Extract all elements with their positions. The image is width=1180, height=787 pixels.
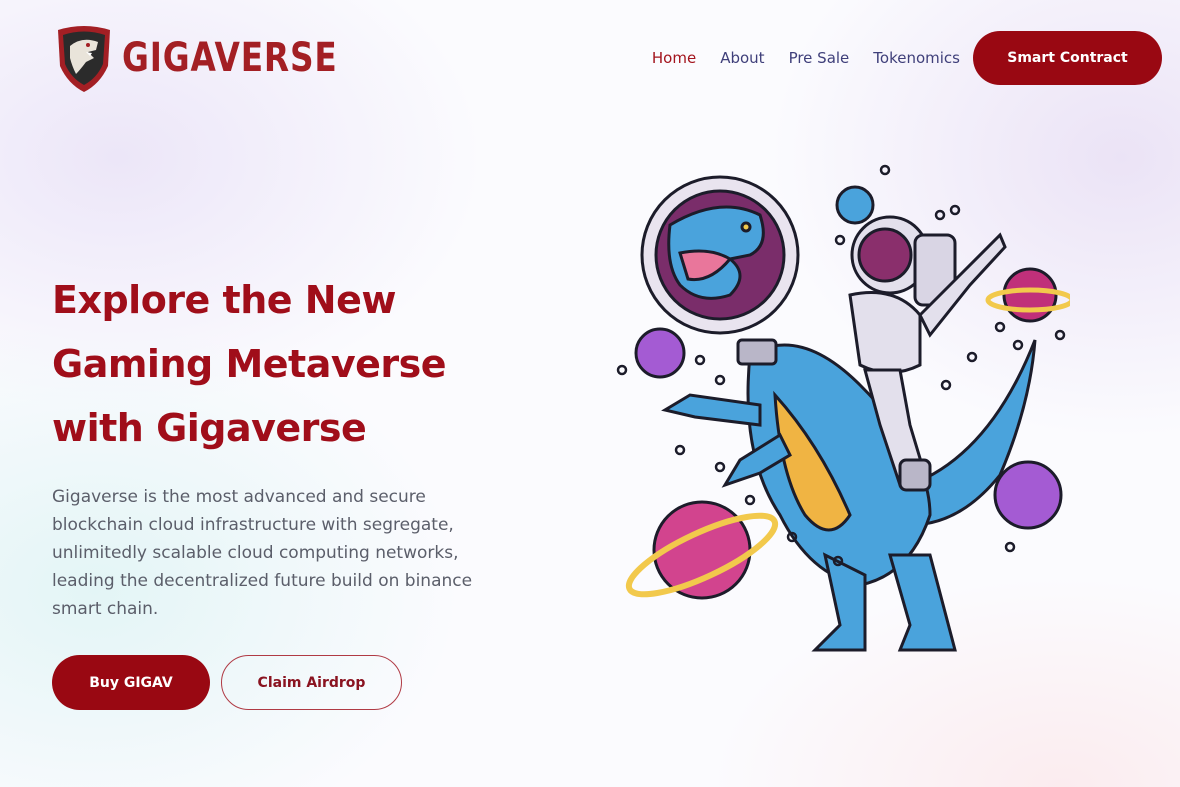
hero-title-line: Gaming Metaverse xyxy=(52,342,447,386)
dinosaur-shield-logo-icon xyxy=(58,26,110,92)
hero-title: Explore the New Gaming Metaverse with Gi… xyxy=(52,268,512,460)
main-nav: Home About Pre Sale Tokenomics Smart Con… xyxy=(652,31,1162,85)
hero-title-line: Explore the New xyxy=(52,278,396,322)
site-header: GIGAVERSE Home About Pre Sale Tokenomics… xyxy=(0,0,1180,115)
nav-home[interactable]: Home xyxy=(652,49,696,67)
claim-airdrop-button[interactable]: Claim Airdrop xyxy=(221,655,402,710)
buy-gigav-button[interactable]: Buy GIGAV xyxy=(52,655,210,710)
nav-about[interactable]: About xyxy=(720,49,764,67)
nav-tokenomics[interactable]: Tokenomics xyxy=(873,49,960,67)
hero-actions: Buy GIGAV Claim Airdrop xyxy=(52,655,402,710)
nav-pre-sale[interactable]: Pre Sale xyxy=(789,49,850,67)
smart-contract-button[interactable]: Smart Contract xyxy=(973,31,1162,85)
hero-title-line: with Gigaverse xyxy=(52,406,367,450)
logo[interactable]: GIGAVERSE xyxy=(52,22,385,94)
astronaut-riding-dinosaur-illustration-icon xyxy=(616,164,1070,652)
hero-description: Gigaverse is the most advanced and secur… xyxy=(52,487,473,619)
brand-name: GIGAVERSE xyxy=(122,35,338,81)
